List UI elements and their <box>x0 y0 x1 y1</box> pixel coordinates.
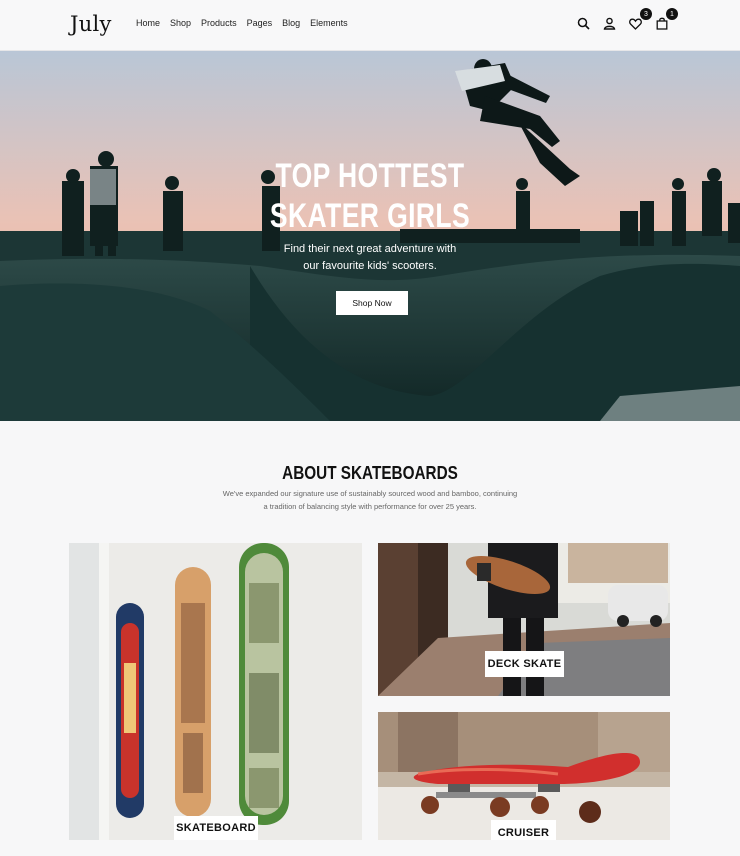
site-header: July Home Shop Products Pages Blog Eleme… <box>0 0 740 51</box>
hero-title-line-2: SKATER GIRLS <box>269 197 471 235</box>
main-nav: Home Shop Products Pages Blog Elements <box>136 18 358 28</box>
account-icon[interactable] <box>601 15 618 32</box>
category-tile-cruiser[interactable]: CRUISER <box>378 712 670 840</box>
nav-item-home[interactable]: Home <box>136 18 160 28</box>
hero-banner: TOP HOTTEST SKATER GIRLS Find their next… <box>0 51 740 421</box>
category-label-deck-skate[interactable]: DECK SKATE <box>485 651 564 677</box>
category-tile-deck-skate[interactable]: DECK SKATE <box>378 543 670 696</box>
nav-item-products[interactable]: Products <box>201 18 237 28</box>
search-icon[interactable] <box>575 15 592 32</box>
hero-title-line-1: TOP HOTTEST <box>275 157 465 195</box>
nav-item-pages[interactable]: Pages <box>247 18 273 28</box>
header-icons: 3 1 <box>575 8 679 32</box>
nav-item-blog[interactable]: Blog <box>282 18 300 28</box>
category-label-cruiser[interactable]: CRUISER <box>491 820 556 840</box>
category-label-skateboard[interactable]: SKATEBOARD <box>174 816 258 840</box>
nav-item-shop[interactable]: Shop <box>170 18 191 28</box>
shop-now-button[interactable]: Shop Now <box>336 291 408 315</box>
wishlist-count-badge: 3 <box>640 8 652 20</box>
hero-image <box>0 51 740 421</box>
hero-title: TOP HOTTEST SKATER GIRLS <box>81 156 658 236</box>
skateboard-decks-image <box>69 543 362 840</box>
about-text-line-2: a tradition of balancing style with perf… <box>263 502 477 511</box>
site-logo[interactable]: July <box>70 12 112 36</box>
wishlist-icon[interactable]: 3 <box>627 8 652 32</box>
cart-count-badge: 1 <box>666 8 678 20</box>
category-tile-skateboard[interactable]: SKATEBOARD <box>69 543 362 840</box>
hero-subtitle-line-1: Find their next great adventure with <box>283 243 457 255</box>
about-title: ABOUT SKATEBOARDS <box>282 463 458 483</box>
about-text-line-1: We've expanded our signature use of sust… <box>222 489 518 498</box>
cart-icon[interactable]: 1 <box>653 8 678 32</box>
hero-subtitle: Find their next great adventure with our… <box>250 241 490 275</box>
hero-subtitle-line-2: our favourite kids' scooters. <box>303 260 437 272</box>
nav-item-elements[interactable]: Elements <box>310 18 348 28</box>
about-text: We've expanded our signature use of sust… <box>200 487 540 513</box>
